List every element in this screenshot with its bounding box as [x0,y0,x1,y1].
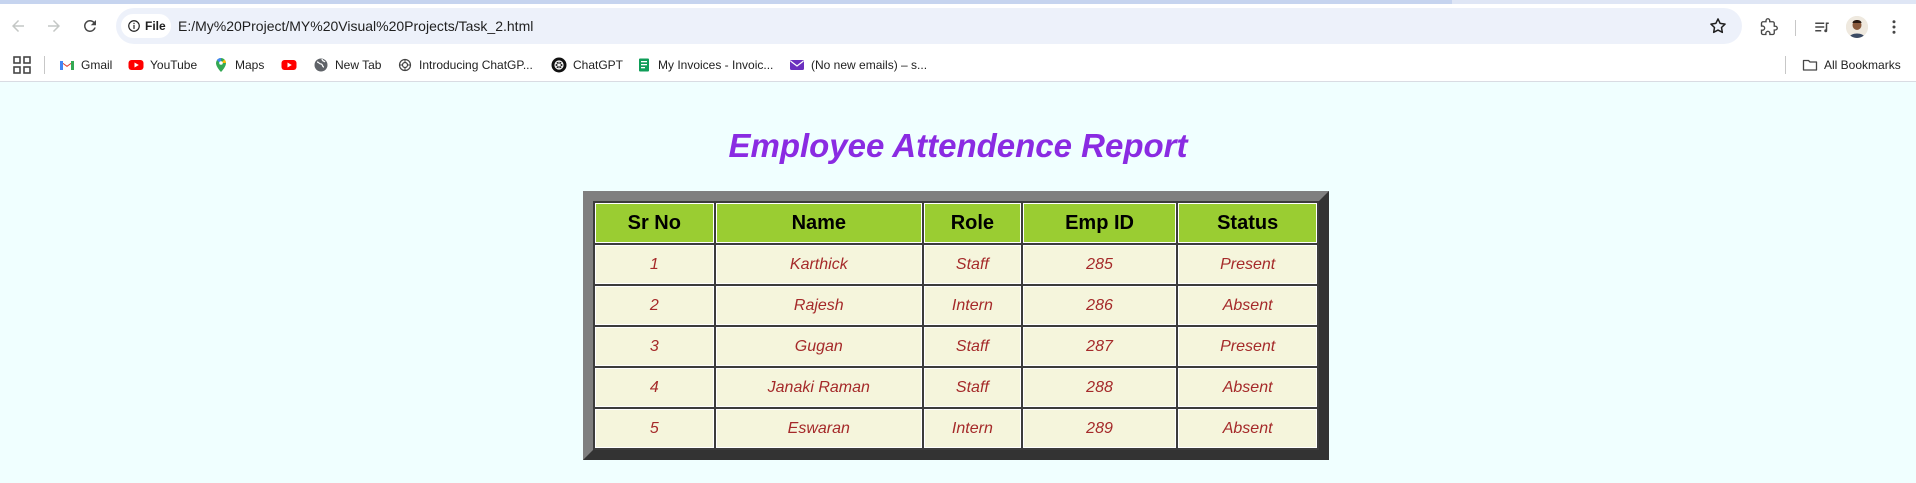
bookmarks-separator [1785,56,1786,74]
bookmark-my-invoices[interactable]: My Invoices - Invoic... [636,54,773,76]
bookmarks-separator [44,56,45,74]
url-text[interactable]: E:/My%20Project/MY%20Visual%20Projects/T… [178,18,533,34]
table-row: 2 Rajesh Intern 286 Absent [595,286,1317,325]
youtube-icon [281,57,297,73]
cell-role: Staff [924,327,1021,366]
bookmark-maps[interactable]: Maps [213,54,264,76]
table-row: 4 Janaki Raman Staff 288 Absent [595,368,1317,407]
chatgpt-icon [551,57,567,73]
site-chip-label: File [145,19,166,33]
avatar[interactable] [1846,16,1868,38]
bookmark-label: Maps [235,58,265,72]
maps-icon [213,57,229,73]
youtube-icon [128,57,144,73]
extensions-button[interactable] [1758,16,1780,38]
cell-emp-id: 287 [1022,327,1177,366]
bookmarks-bar: Gmail YouTube Maps New Tab Introducing C… [0,48,1916,82]
header-status: Status [1178,203,1317,243]
browser-toolbar: File E:/My%20Project/MY%20Visual%20Proje… [0,4,1916,48]
attendance-table: Sr No Name Role Emp ID Status 1 Karthick… [593,201,1319,450]
cell-sr-no: 1 [595,245,714,284]
media-control-icon [1815,22,1829,33]
address-bar[interactable]: File E:/My%20Project/MY%20Visual%20Proje… [116,8,1742,44]
table-row: 5 Eswaran Intern 289 Absent [595,409,1317,448]
cell-status: Present [1178,327,1317,366]
bookmark-label: Gmail [81,58,113,72]
site-info-chip[interactable]: File [121,14,171,38]
media-control-button[interactable] [1811,16,1833,38]
cell-role: Intern [924,409,1021,448]
header-emp-id: Emp ID [1022,203,1177,243]
folder-icon [1802,57,1818,73]
openai-icon [397,57,413,73]
cell-emp-id: 288 [1022,368,1177,407]
all-bookmarks-label: All Bookmarks [1824,58,1901,72]
bookmark-label: Introducing ChatGP... [419,58,533,72]
cell-role: Staff [924,368,1021,407]
globe-icon [313,57,329,73]
all-bookmarks-button[interactable]: All Bookmarks [1802,54,1901,76]
bookmark-introducing-chatgpt[interactable]: Introducing ChatGP... [397,54,533,76]
table-header-row: Sr No Name Role Emp ID Status [595,203,1317,243]
bookmark-chatgpt[interactable]: ChatGPT [551,54,623,76]
info-icon [128,20,140,32]
cell-emp-id: 289 [1022,409,1177,448]
cell-name: Janaki Raman [715,368,922,407]
bookmark-label: YouTube [150,58,198,72]
reload-icon [83,19,96,32]
cell-role: Staff [924,245,1021,284]
toolbar-separator [1795,20,1796,36]
bookmark-gmail[interactable]: Gmail [59,54,112,76]
header-sr-no: Sr No [595,203,714,243]
cell-name: Rajesh [715,286,922,325]
cell-status: Present [1178,245,1317,284]
back-button[interactable] [4,12,32,40]
cell-name: Gugan [715,327,922,366]
kebab-menu-icon [1892,20,1896,34]
forward-arrow-icon [48,20,60,32]
cell-status: Absent [1178,368,1317,407]
cell-role: Intern [924,286,1021,325]
bookmark-youtube[interactable]: YouTube [128,54,197,76]
cell-sr-no: 4 [595,368,714,407]
gmail-icon [59,57,75,73]
invoice-icon [636,57,652,73]
cell-status: Absent [1178,409,1317,448]
bookmark-new-tab[interactable]: New Tab [313,54,381,76]
bookmark-no-new-emails[interactable]: (No new emails) – s... [789,54,927,76]
cell-emp-id: 285 [1022,245,1177,284]
bookmark-label: ChatGPT [573,58,624,72]
bookmark-label: New Tab [335,58,382,72]
cell-sr-no: 3 [595,327,714,366]
cell-name: Eswaran [715,409,922,448]
puzzle-icon [1760,18,1778,36]
table-row: 1 Karthick Staff 285 Present [595,245,1317,284]
forward-button[interactable] [40,12,68,40]
apps-grid-icon[interactable] [13,56,31,74]
cell-status: Absent [1178,286,1317,325]
cell-sr-no: 5 [595,409,714,448]
bookmark-youtube-2[interactable] [281,54,303,76]
header-name: Name [715,203,922,243]
profile-picture-icon [1846,16,1868,38]
cell-sr-no: 2 [595,286,714,325]
header-role: Role [924,203,1021,243]
star-icon[interactable] [1708,16,1728,36]
bookmark-label: (No new emails) – s... [811,58,928,72]
attendance-table-frame: Sr No Name Role Emp ID Status 1 Karthick… [583,191,1329,460]
cell-name: Karthick [715,245,922,284]
cell-emp-id: 286 [1022,286,1177,325]
reload-button[interactable] [76,12,104,40]
mail-icon [789,57,805,73]
bookmark-label: My Invoices - Invoic... [658,58,774,72]
back-arrow-icon [12,20,24,32]
page-title: Employee Attendence Report [728,127,1188,164]
table-row: 3 Gugan Staff 287 Present [595,327,1317,366]
menu-button[interactable] [1883,16,1905,38]
